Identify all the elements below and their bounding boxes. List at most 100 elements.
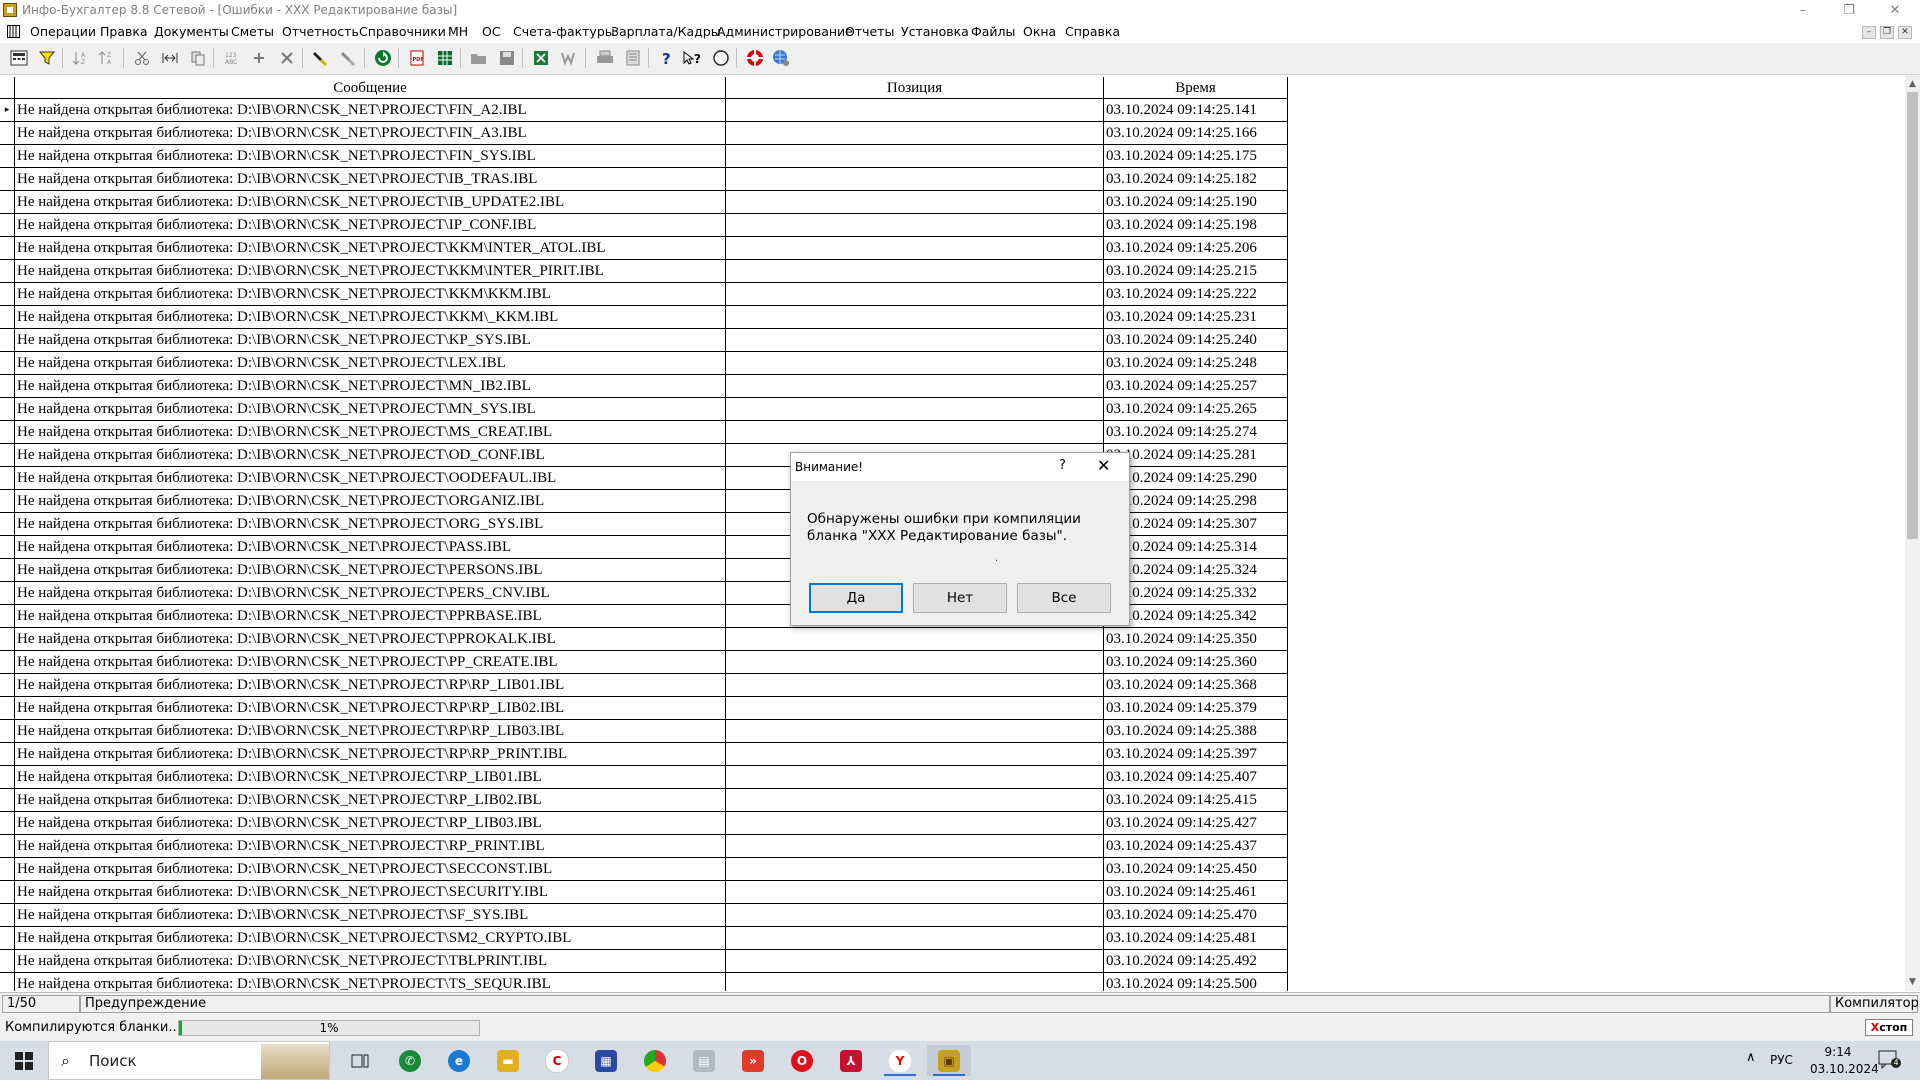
time-cell[interactable]: 03.10.2024 09:14:25.206 [1104,237,1288,260]
position-cell[interactable] [726,283,1104,306]
all-button[interactable]: Все [1017,583,1111,613]
pdf-reader-icon[interactable]: ⅄ [829,1045,873,1076]
time-cell[interactable]: 03.10.2024 09:14:25.231 [1104,306,1288,329]
stop-button[interactable]: Xстоп [1865,1019,1913,1036]
row-indicator[interactable] [0,651,15,674]
dialog-help-icon[interactable]: ? [1059,458,1066,473]
word-icon[interactable] [558,47,580,69]
menu-invoices[interactable]: Счета-фактуры [513,24,615,39]
time-cell[interactable]: 03.10.2024 09:14:25.492 [1104,950,1288,973]
position-cell[interactable] [726,260,1104,283]
document-window-icon[interactable] [7,25,20,38]
menu-edit[interactable]: Правка [100,24,148,39]
column-header-time[interactable]: Время [1104,77,1288,99]
column-header-position[interactable]: Позиция [726,77,1104,99]
table-row[interactable]: Не найдена открытая библиотека: D:\IB\OR… [0,835,1288,858]
table-row[interactable]: Не найдена открытая библиотека: D:\IB\OR… [0,766,1288,789]
position-cell[interactable] [726,950,1104,973]
message-cell[interactable]: Не найдена открытая библиотека: D:\IB\OR… [15,559,726,582]
table-row[interactable]: Не найдена открытая библиотека: D:\IB\OR… [0,697,1288,720]
message-cell[interactable]: Не найдена открытая библиотека: D:\IB\OR… [15,766,726,789]
message-cell[interactable]: Не найдена открытая библиотека: D:\IB\OR… [15,835,726,858]
position-cell[interactable] [726,168,1104,191]
row-indicator[interactable] [0,812,15,835]
time-cell[interactable]: 03.10.2024 09:14:25.379 [1104,697,1288,720]
time-cell[interactable]: 03.10.2024 09:14:25.215 [1104,260,1288,283]
row-indicator[interactable] [0,973,15,991]
restore-button[interactable]: ❐ [1826,0,1872,22]
table-row[interactable]: Не найдена открытая библиотека: D:\IB\OR… [0,145,1288,168]
message-cell[interactable]: Не найдена открытая библиотека: D:\IB\OR… [15,973,726,991]
position-cell[interactable] [726,145,1104,168]
time-cell[interactable]: 03.10.2024 09:14:25.190 [1104,191,1288,214]
time-cell[interactable]: 03.10.2024 09:14:25.240 [1104,329,1288,352]
message-cell[interactable]: Не найдена открытая библиотека: D:\IB\OR… [15,628,726,651]
time-cell[interactable]: 03.10.2024 09:14:25.427 [1104,812,1288,835]
row-indicator[interactable] [0,950,15,973]
minimize-button[interactable]: – [1780,0,1826,22]
time-cell[interactable]: 03.10.2024 09:14:25.415 [1104,789,1288,812]
message-cell[interactable]: Не найдена открытая библиотека: D:\IB\OR… [15,605,726,628]
position-cell[interactable] [726,973,1104,991]
position-cell[interactable] [726,927,1104,950]
menu-documents[interactable]: Документы [154,24,229,39]
row-indicator[interactable] [0,605,15,628]
message-cell[interactable]: Не найдена открытая библиотека: D:\IB\OR… [15,191,726,214]
time-cell[interactable]: 03.10.2024 09:14:25.175 [1104,145,1288,168]
table-row[interactable]: Не найдена открытая библиотека: D:\IB\OR… [0,214,1288,237]
time-cell[interactable]: 03.10.2024 09:14:25.298 [1104,490,1288,513]
row-indicator[interactable] [0,789,15,812]
time-cell[interactable]: 03.10.2024 09:14:25.450 [1104,858,1288,881]
row-indicator[interactable] [0,927,15,950]
message-cell[interactable]: Не найдена открытая библиотека: D:\IB\OR… [15,720,726,743]
tray-chevron-icon[interactable]: ∧ [1746,1050,1756,1065]
message-cell[interactable]: Не найдена открытая библиотека: D:\IB\OR… [15,145,726,168]
table-row[interactable]: Не найдена открытая библиотека: D:\IB\OR… [0,674,1288,697]
position-cell[interactable] [726,352,1104,375]
task-view-icon[interactable] [338,1045,382,1076]
table-row[interactable]: Не найдена открытая библиотека: D:\IB\OR… [0,881,1288,904]
menu-estimates[interactable]: Сметы [231,24,274,39]
message-cell[interactable]: Не найдена открытая библиотека: D:\IB\OR… [15,260,726,283]
message-cell[interactable]: Не найдена открытая библиотека: D:\IB\OR… [15,858,726,881]
time-cell[interactable]: 03.10.2024 09:14:25.388 [1104,720,1288,743]
taskbar-search[interactable]: ⌕ Поиск [48,1041,330,1080]
row-indicator[interactable] [0,697,15,720]
row-indicator[interactable] [0,513,15,536]
row-indicator[interactable] [0,582,15,605]
time-cell[interactable]: 03.10.2024 09:14:25.265 [1104,398,1288,421]
scrollbar-thumb[interactable] [1907,92,1918,539]
row-indicator[interactable] [0,881,15,904]
message-cell[interactable]: Не найдена открытая библиотека: D:\IB\OR… [15,536,726,559]
table-row[interactable]: ▸ Не найдена открытая библиотека: D:\IB\O… [0,99,1288,122]
mdi-minimize-button[interactable]: – [1862,26,1876,39]
table-row[interactable]: Не найдена открытая библиотека: D:\IB\OR… [0,306,1288,329]
position-cell[interactable] [726,191,1104,214]
position-cell[interactable] [726,812,1104,835]
position-cell[interactable] [726,99,1104,122]
row-indicator[interactable] [0,398,15,421]
menu-help[interactable]: Справка [1065,24,1120,39]
table-row[interactable]: Не найдена открытая библиотека: D:\IB\OR… [0,743,1288,766]
table-row[interactable]: Не найдена открытая библиотека: D:\IB\OR… [0,950,1288,973]
position-cell[interactable] [726,674,1104,697]
no-button[interactable]: Нет [913,583,1007,613]
table-row[interactable]: Не найдена открытая библиотека: D:\IB\OR… [0,421,1288,444]
position-cell[interactable] [726,122,1104,145]
delete-icon[interactable] [276,47,298,69]
message-cell[interactable]: Не найдена открытая библиотека: D:\IB\OR… [15,444,726,467]
menu-operations[interactable]: Операции [30,24,96,39]
mdi-close-button[interactable]: ✕ [1898,26,1912,39]
position-cell[interactable] [726,651,1104,674]
position-cell[interactable] [726,858,1104,881]
menu-references[interactable]: Справочники [359,24,446,39]
row-indicator[interactable] [0,191,15,214]
message-cell[interactable]: Не найдена открытая библиотека: D:\IB\OR… [15,927,726,950]
row-indicator[interactable] [0,835,15,858]
table-row[interactable]: Не найдена открытая библиотека: D:\IB\OR… [0,283,1288,306]
message-cell[interactable]: Не найдена открытая библиотека: D:\IB\OR… [15,398,726,421]
mdi-restore-button[interactable]: ❐ [1880,26,1894,39]
yes-button[interactable]: Да [809,583,903,613]
time-cell[interactable]: 03.10.2024 09:14:25.407 [1104,766,1288,789]
time-cell[interactable]: 03.10.2024 09:14:25.198 [1104,214,1288,237]
